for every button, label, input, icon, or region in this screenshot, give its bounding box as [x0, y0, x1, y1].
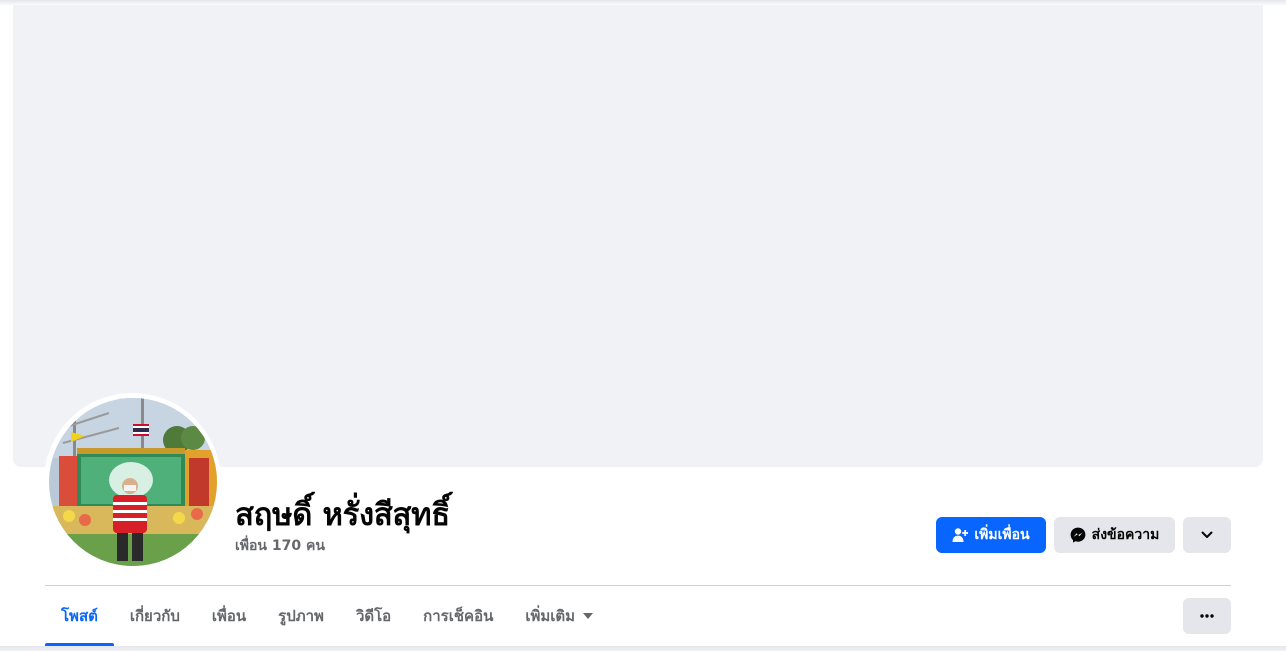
tab-more[interactable]: เพิ่มเติม [509, 586, 609, 646]
chevron-down-icon [1201, 531, 1213, 539]
tab-checkins[interactable]: การเช็คอิน [407, 586, 509, 646]
tab-about[interactable]: เกี่ยวกับ [114, 586, 196, 646]
profile-tabs: โพสต์ เกี่ยวกับ เพื่อน รูปภาพ วิดีโอ การ… [45, 586, 609, 646]
tab-videos[interactable]: วิดีโอ [340, 586, 407, 646]
friends-count[interactable]: เพื่อน 170 คน [235, 535, 325, 557]
tab-label: เพิ่มเติม [525, 607, 576, 625]
add-friend-button[interactable]: เพิ่มเพื่อน [936, 517, 1046, 553]
tab-label: เพื่อน [211, 607, 247, 625]
cover-photo[interactable] [13, 5, 1263, 467]
tab-posts[interactable]: โพสต์ [45, 586, 114, 646]
tab-label: การเช็คอิน [423, 607, 494, 625]
messenger-icon [1070, 527, 1086, 543]
ellipsis-icon [1200, 614, 1214, 618]
tab-label: โพสต์ [61, 607, 98, 625]
tab-friends[interactable]: เพื่อน [196, 586, 262, 646]
content-separator [0, 646, 1286, 651]
add-person-icon [952, 527, 969, 543]
avatar-photo [49, 398, 217, 566]
message-button[interactable]: ส่งข้อความ [1054, 517, 1175, 553]
avatar[interactable] [49, 398, 217, 566]
caret-down-icon [583, 613, 594, 619]
profile-dropdown-button[interactable] [1183, 517, 1231, 553]
tab-photos[interactable]: รูปภาพ [262, 586, 340, 646]
message-label: ส่งข้อความ [1091, 527, 1160, 543]
profile-name: สฤษดิ์ หรั่งสีสุทธิ์ [235, 497, 450, 533]
more-options-button[interactable] [1183, 598, 1231, 634]
tab-label: รูปภาพ [278, 607, 324, 625]
tab-label: เกี่ยวกับ [129, 607, 180, 625]
tab-label: วิดีโอ [355, 607, 392, 625]
add-friend-label: เพิ่มเพื่อน [974, 527, 1030, 543]
